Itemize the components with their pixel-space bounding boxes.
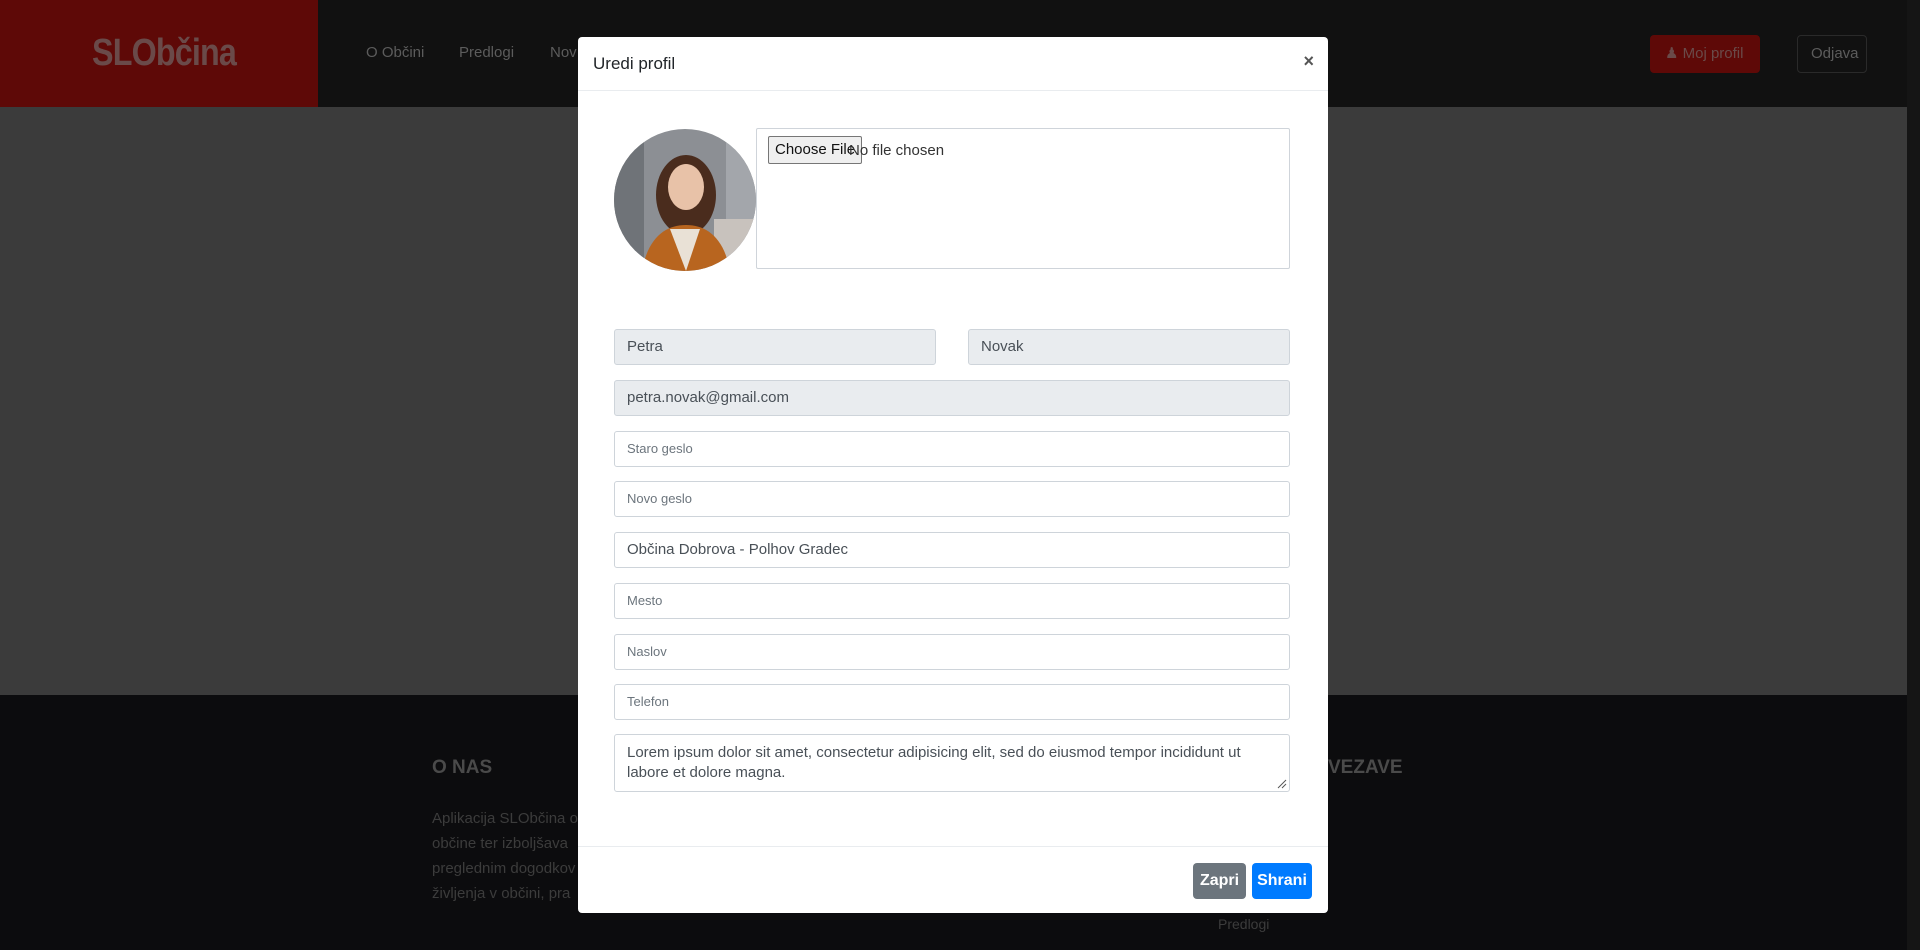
nav-item-o-obcini[interactable]: O Občini (366, 44, 424, 61)
my-profile-label: Moj profil (1682, 45, 1744, 62)
edit-profile-modal: Uredi profil × Choose File No file chose… (578, 37, 1328, 913)
modal-header: Uredi profil × (578, 37, 1328, 91)
bio-textarea[interactable]: Lorem ipsum dolor sit amet, consectetur … (614, 734, 1290, 792)
logout-button[interactable]: Odjava (1797, 35, 1867, 73)
resize-handle-icon[interactable] (1277, 779, 1287, 789)
my-profile-button[interactable]: ♟ Moj profil (1650, 35, 1760, 73)
bio-text: Lorem ipsum dolor sit amet, consectetur … (627, 744, 1241, 781)
footer-links-heading: VEZAVE (1328, 757, 1403, 778)
last-name-field[interactable]: Novak (968, 329, 1290, 365)
email-field[interactable]: petra.novak@gmail.com (614, 380, 1290, 416)
nav-item-predlogi[interactable]: Predlogi (459, 44, 514, 61)
file-upload-area[interactable]: Choose File No file chosen (756, 128, 1290, 269)
brand-logo: SLObčina (92, 32, 237, 74)
footer-link[interactable]: Predlogi (1218, 916, 1269, 932)
phone-field[interactable]: Telefon (614, 684, 1290, 720)
avatar-photo (614, 129, 756, 271)
old-password-field[interactable]: Staro geslo (614, 431, 1290, 467)
address-field[interactable]: Naslov (614, 634, 1290, 670)
nav-item-partial[interactable]: Nov (550, 44, 577, 61)
footer-about-text: Aplikacija SLObčina o občine ter izboljš… (432, 810, 578, 902)
brand-block[interactable]: SLObčina (0, 0, 318, 107)
first-name-field[interactable]: Petra (614, 329, 936, 365)
choose-file-button[interactable]: Choose File (768, 136, 863, 164)
save-button[interactable]: Shrani (1252, 863, 1312, 899)
footer-about-heading: O NAS (432, 757, 493, 778)
city-field[interactable]: Mesto (614, 583, 1290, 619)
modal-title: Uredi profil (593, 54, 676, 73)
file-status-text: No file chosen (849, 142, 945, 159)
avatar (614, 129, 756, 271)
close-icon[interactable]: × (1303, 51, 1314, 72)
page-scrollbar[interactable] (1907, 0, 1920, 950)
user-icon: ♟ (1665, 45, 1683, 62)
close-button[interactable]: Zapri (1193, 863, 1246, 899)
new-password-field[interactable]: Novo geslo (614, 481, 1290, 517)
modal-footer: Zapri Shrani (578, 846, 1328, 913)
municipality-field[interactable]: Občina Dobrova - Polhov Gradec (614, 532, 1290, 568)
